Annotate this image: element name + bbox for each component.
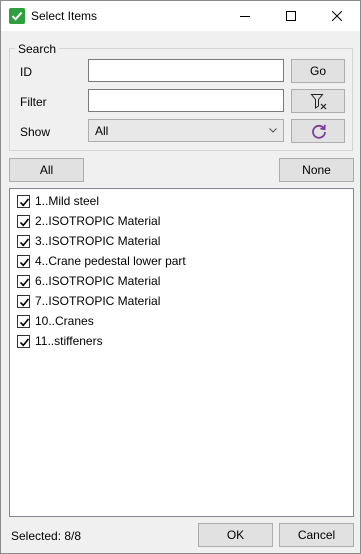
checkbox-checked[interactable] — [17, 275, 30, 288]
list-item-label: 6..ISOTROPIC Material — [35, 274, 161, 288]
checkmark-icon — [19, 298, 30, 307]
checkmark-icon — [19, 278, 30, 287]
id-label: ID — [20, 65, 32, 79]
minimize-icon — [240, 16, 250, 17]
checkmark-icon — [19, 258, 30, 267]
select-all-button[interactable]: All — [9, 158, 84, 182]
list-item-label: 7..ISOTROPIC Material — [35, 294, 161, 308]
show-selected-value: All — [95, 124, 109, 138]
chevron-down-icon — [269, 128, 277, 133]
minimize-button[interactable] — [222, 1, 268, 31]
list-item-label: 11..stiffeners — [35, 334, 103, 348]
cancel-button[interactable]: Cancel — [279, 523, 354, 547]
list-item-label: 4..Crane pedestal lower part — [35, 254, 186, 268]
refresh-button[interactable] — [291, 119, 345, 143]
checkmark-icon — [19, 198, 30, 207]
list-item-label: 10..Cranes — [35, 314, 94, 328]
filter-input[interactable] — [88, 89, 284, 112]
refresh-icon — [312, 124, 326, 139]
close-button[interactable] — [314, 1, 360, 31]
checkbox-checked[interactable] — [17, 255, 30, 268]
close-icon — [332, 11, 342, 21]
checkmark-icon — [19, 338, 30, 347]
selected-count-status: Selected: 8/8 — [11, 529, 82, 543]
checkbox-checked[interactable] — [17, 315, 30, 328]
list-item-label: 2..ISOTROPIC Material — [35, 214, 161, 228]
maximize-button[interactable] — [268, 1, 314, 31]
maximize-icon — [286, 11, 296, 21]
checkbox-checked[interactable] — [17, 195, 30, 208]
checkbox-checked[interactable] — [17, 215, 30, 228]
filter-label: Filter — [20, 95, 47, 109]
show-dropdown[interactable]: All — [88, 119, 284, 142]
checkmark-app-icon — [9, 8, 25, 24]
select-none-button[interactable]: None — [279, 158, 354, 182]
checkbox-checked[interactable] — [17, 295, 30, 308]
checkbox-checked[interactable] — [17, 235, 30, 248]
select-items-dialog: Select Items Search ID Go Filter Show Al… — [0, 0, 361, 554]
checkmark-icon — [19, 238, 30, 247]
ok-button[interactable]: OK — [198, 523, 273, 547]
show-label: Show — [20, 125, 51, 139]
checkmark-icon — [19, 218, 30, 227]
list-item-label: 1..Mild steel — [35, 194, 100, 208]
clear-filter-icon — [310, 94, 327, 110]
checkmark-icon — [19, 318, 30, 327]
clear-filter-button[interactable] — [291, 89, 345, 113]
title-bar[interactable]: Select Items — [1, 1, 360, 31]
window-title: Select Items — [31, 9, 98, 23]
search-group-label: Search — [15, 42, 60, 56]
go-button[interactable]: Go — [291, 59, 345, 83]
list-item-label: 3..ISOTROPIC Material — [35, 234, 161, 248]
items-checklist[interactable]: 1..Mild steel 2..ISOTROPIC Material 3..I… — [9, 188, 354, 517]
checkbox-checked[interactable] — [17, 335, 30, 348]
id-input[interactable] — [88, 59, 284, 82]
